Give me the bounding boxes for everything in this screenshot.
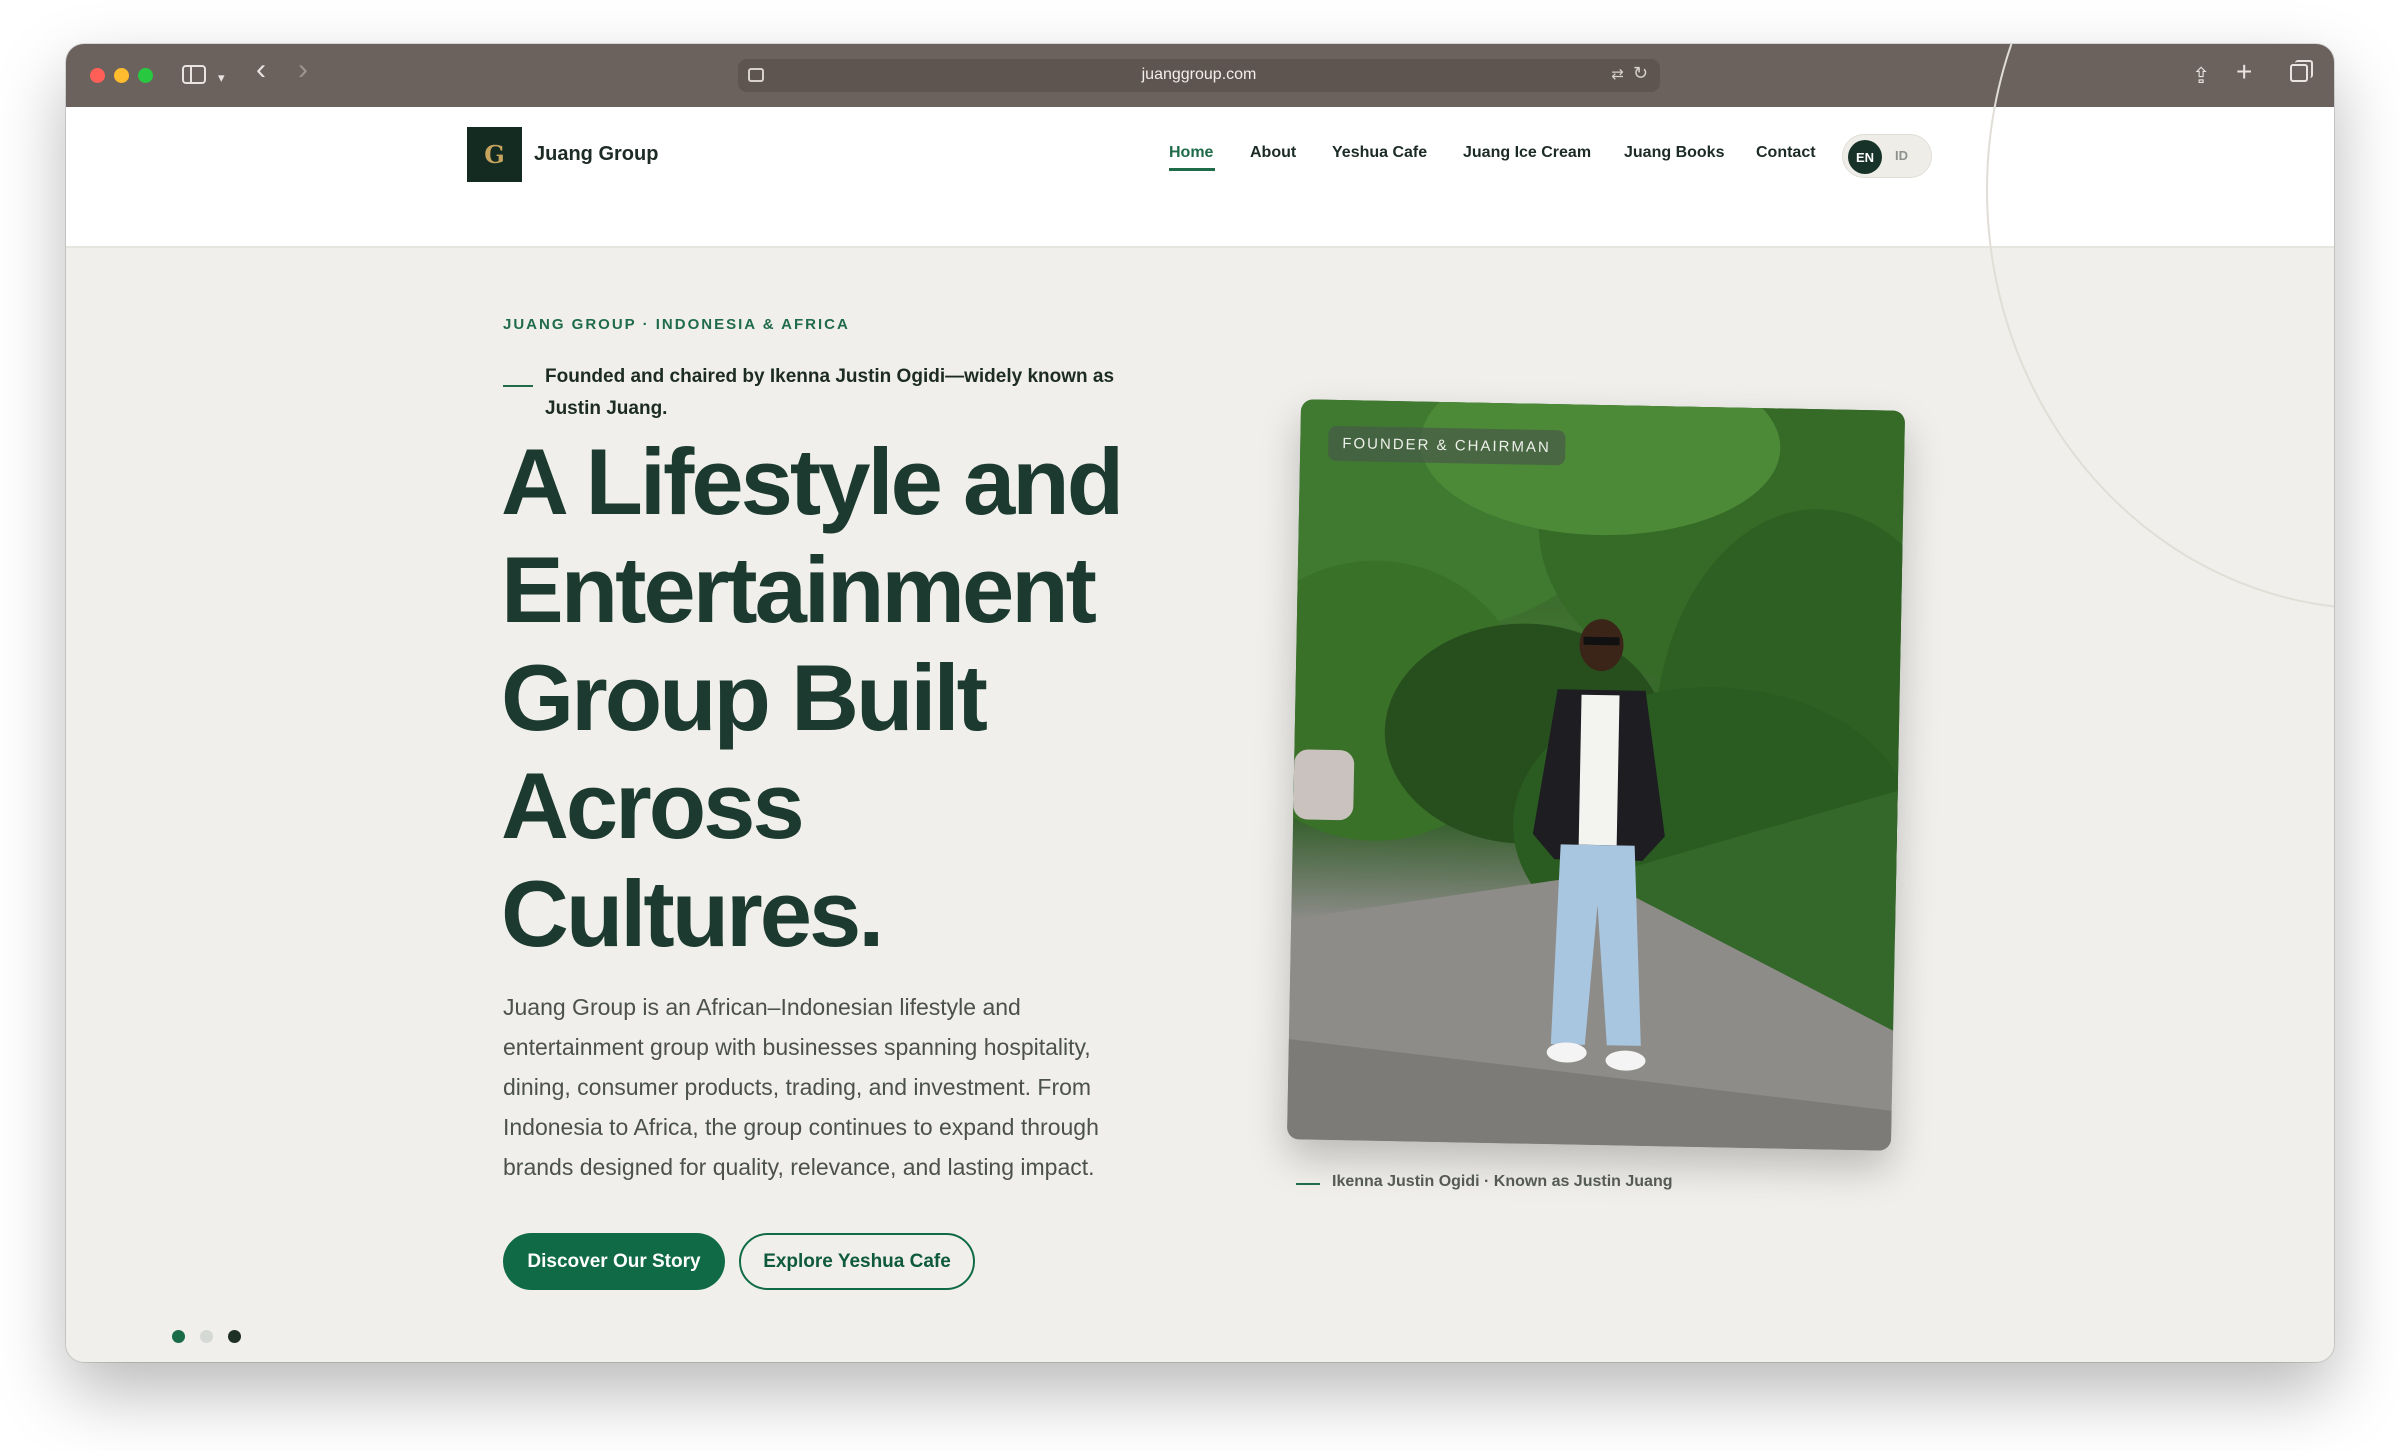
- logo-mark-icon: G: [484, 140, 505, 169]
- back-icon[interactable]: ‹: [256, 55, 266, 85]
- nav-juang-books[interactable]: Juang Books: [1624, 144, 1724, 162]
- lang-id-button[interactable]: ID: [1895, 148, 1908, 163]
- decorative-arc: [1986, 44, 2334, 610]
- hero-title-line: A Lifestyle and: [501, 429, 1124, 534]
- hero-section: JUANG GROUP · INDONESIA & AFRICA Founded…: [66, 44, 2334, 1362]
- language-toggle[interactable]: EN ID: [1842, 134, 1932, 178]
- fullscreen-window-button[interactable]: [138, 68, 153, 83]
- photo-caption: Ikenna Justin Ogidi · Known as Justin Ju…: [1332, 1173, 1673, 1190]
- founder-line: Founded and chaired by Ikenna Justin Ogi…: [545, 366, 1115, 419]
- nav-juang-ice-cream[interactable]: Juang Ice Cream: [1463, 144, 1591, 162]
- chevron-down-icon[interactable]: ▾: [218, 64, 225, 92]
- browser-toolbar: ▾ ‹ › juanggroup.com ⇄ ↻ ⇪ +: [66, 44, 2334, 107]
- sidebar-icon[interactable]: [182, 65, 206, 84]
- minimize-window-button[interactable]: [114, 68, 129, 83]
- founder-badge: FOUNDER & CHAIRMAN: [1327, 425, 1566, 466]
- discover-story-button[interactable]: Discover Our Story: [503, 1233, 725, 1290]
- nav-home[interactable]: Home: [1169, 144, 1213, 162]
- browser-window: ▾ ‹ › juanggroup.com ⇄ ↻ ⇪ + G Juang Gro…: [66, 44, 2334, 1362]
- nav-about[interactable]: About: [1250, 144, 1296, 162]
- founder-photo-illustration: [1286, 399, 1906, 1151]
- hero-title-line: Group Built: [501, 645, 988, 750]
- hero-title-line: Cultures.: [501, 861, 884, 966]
- carousel-dot[interactable]: [228, 1330, 241, 1343]
- address-bar[interactable]: juanggroup.com ⇄ ↻: [738, 59, 1660, 92]
- hero-title-line: Across: [501, 753, 805, 858]
- hero-title-line: Entertainment: [501, 537, 1097, 642]
- brand-name[interactable]: Juang Group: [534, 143, 658, 166]
- active-nav-indicator: [1169, 168, 1215, 171]
- nav-contact[interactable]: Contact: [1756, 144, 1816, 162]
- translate-icon[interactable]: ⇄: [1611, 65, 1624, 83]
- close-window-button[interactable]: [90, 68, 105, 83]
- founder-photo: FOUNDER & CHAIRMAN: [1286, 399, 1906, 1151]
- carousel-dot[interactable]: [172, 1330, 185, 1343]
- explore-cafe-button[interactable]: Explore Yeshua Cafe: [739, 1233, 975, 1290]
- caption-dash: [1296, 1183, 1320, 1185]
- nav-yeshua-cafe[interactable]: Yeshua Cafe: [1332, 144, 1427, 162]
- lang-en-button[interactable]: EN: [1848, 140, 1882, 174]
- url-text: juanggroup.com: [1141, 66, 1257, 83]
- accent-dash: [503, 385, 533, 387]
- hero-description: Juang Group is an African–Indonesian lif…: [503, 994, 1099, 1180]
- hero-title: A Lifestyle and Entertainment Group Buil…: [501, 428, 1261, 968]
- forward-icon[interactable]: ›: [298, 55, 308, 85]
- logo[interactable]: G: [467, 127, 522, 182]
- hero-eyebrow: JUANG GROUP · INDONESIA & AFRICA: [503, 316, 850, 333]
- carousel-dot[interactable]: [200, 1330, 213, 1343]
- reload-icon[interactable]: ↻: [1633, 63, 1648, 84]
